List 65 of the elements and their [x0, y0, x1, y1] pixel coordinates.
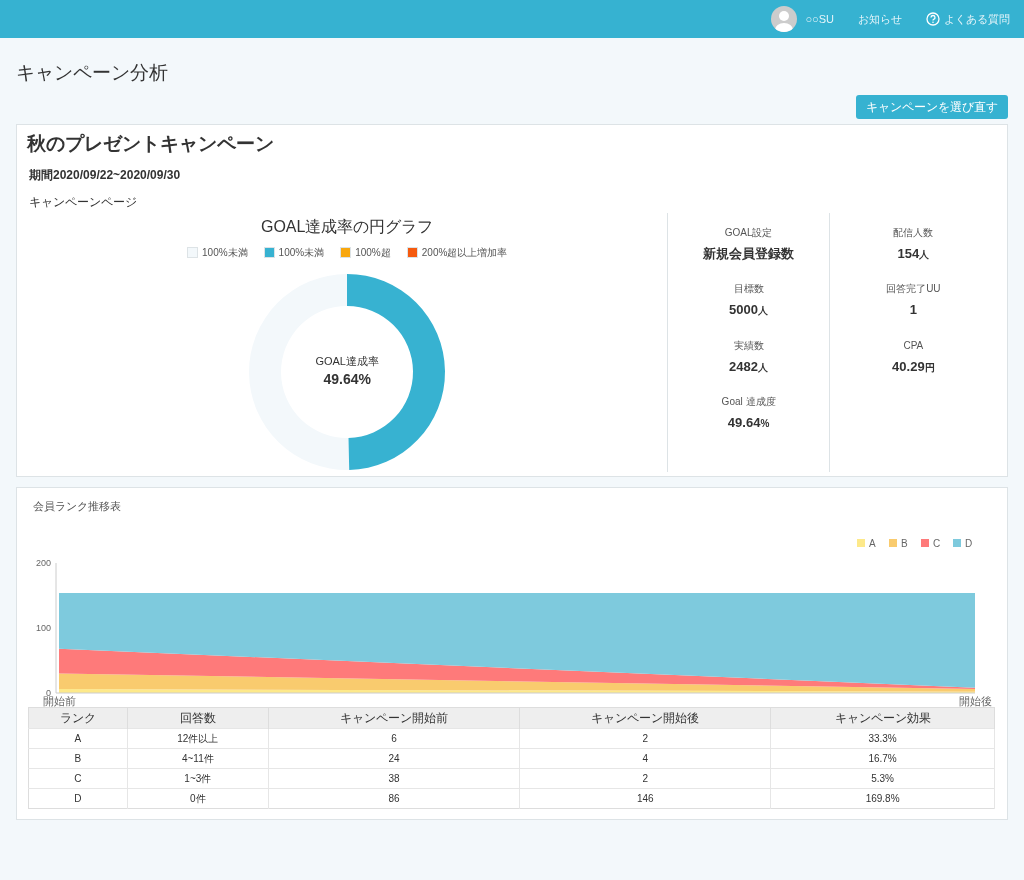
legend-label: B [901, 538, 908, 550]
stat-value: 154人 [897, 244, 930, 263]
stat-value: 5000人 [729, 301, 768, 320]
help-icon[interactable] [926, 12, 940, 26]
legend-label: 100%未満 [278, 245, 325, 260]
stat-value: 1 [909, 301, 917, 320]
avatar-icon[interactable] [771, 6, 798, 32]
table-cell: 6 [268, 728, 520, 749]
campaign-title: 秋のプレゼントキャンペーン [27, 132, 275, 156]
center-label: GOAL達成率 [315, 353, 379, 369]
stat-label: GOAL設定 [724, 225, 773, 240]
stat-value: 40.29円 [892, 357, 935, 376]
column-header: キャンペーン効果 [770, 707, 995, 729]
panel-title: 会員ランク推移表 [33, 498, 122, 514]
column-header: 回答数 [127, 707, 269, 729]
table-cell: 5.3% [770, 768, 995, 789]
legend-label: 100%未満 [202, 245, 248, 260]
table-cell: 2 [519, 728, 771, 749]
notice-link[interactable]: お知らせ [858, 10, 902, 28]
table-cell: 16.7% [770, 748, 995, 769]
help-link[interactable]: よくある質問 [944, 10, 1010, 28]
table-cell: B [28, 748, 128, 769]
stat-value: 新規会員登録数 [703, 244, 795, 263]
stat-label: 回答完了UU [886, 282, 941, 297]
tick-label: 100 [35, 623, 51, 634]
table-cell: 86 [268, 788, 520, 809]
legend-label: D [965, 538, 973, 550]
table-cell: 169.8% [770, 788, 995, 809]
table-cell: 12件以上 [127, 728, 269, 749]
stat-label: CPA [903, 338, 924, 353]
stat-value: 2482人 [729, 357, 768, 376]
table-cell: 146 [519, 788, 771, 809]
column-header: キャンペーン開始前 [268, 707, 520, 729]
table-cell: 2 [519, 768, 771, 789]
table-cell: 24 [268, 748, 520, 769]
table-cell: 4 [519, 748, 771, 769]
stat-label: Goal 達成度 [721, 395, 776, 410]
table-cell: C [28, 768, 128, 789]
table-cell: 0件 [127, 788, 269, 809]
center-value: 49.64% [322, 370, 372, 390]
tick-label: 200 [35, 558, 51, 569]
column-header: ランク [28, 707, 128, 729]
table-cell: 33.3% [770, 728, 995, 749]
legend-label: C [933, 538, 941, 550]
stat-value: 49.64% [727, 414, 770, 433]
stat-label: 配信人数 [893, 225, 934, 240]
section-label: キャンペーンページ [29, 193, 138, 211]
chart-title: GOAL達成率の円グラフ [260, 216, 434, 237]
legend-label: 100%超 [355, 245, 391, 260]
table-cell: D [28, 788, 128, 809]
table-cell: 1~3件 [127, 768, 269, 789]
page-title: キャンペーン分析 [16, 62, 169, 85]
user-name-link[interactable]: ○○SU [805, 10, 834, 28]
stat-label: 実績数 [733, 338, 764, 353]
table-cell: 4~11件 [127, 748, 269, 769]
legend-label: 200%超以上増加率 [421, 245, 508, 260]
reselect-button[interactable]: キャンペーンを選び直す [856, 94, 1008, 119]
legend-label: A [869, 538, 876, 550]
table-cell: 38 [268, 768, 520, 789]
column-header: キャンペーン開始後 [519, 707, 771, 729]
table-cell: A [28, 728, 128, 749]
x-tick-label: 開始後 [958, 695, 992, 708]
x-tick-label: 開始前 [42, 695, 76, 708]
stat-label: 目標数 [733, 282, 764, 297]
campaign-period: 期間2020/09/22~2020/09/30 [29, 166, 182, 184]
